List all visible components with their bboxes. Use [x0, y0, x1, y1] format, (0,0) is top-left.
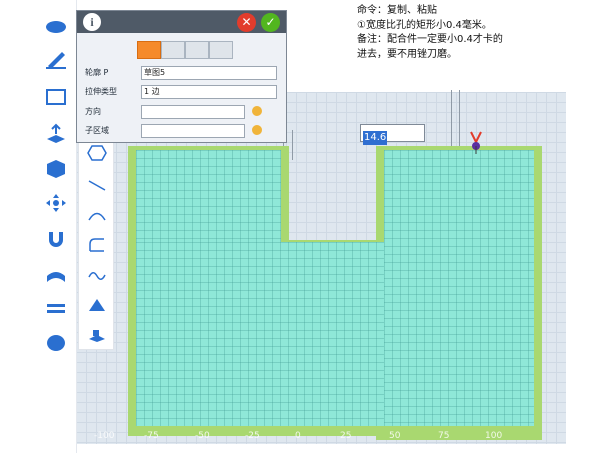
projection-icon[interactable] — [87, 327, 107, 343]
arc-icon[interactable] — [87, 207, 107, 223]
sphere-icon[interactable] — [44, 332, 68, 354]
fillet-icon[interactable] — [87, 237, 107, 253]
hexagon-icon[interactable] — [87, 145, 107, 161]
field-extrude-type: 拉伸类型 1 边 — [77, 85, 288, 101]
note-line: 备注：配合件一定要小0.4才卡的 — [357, 34, 503, 45]
instruction-note: 命令：复制、粘贴 ①宽度比孔的矩形小0.4毫米。 备注：配合件一定要小0.4才卡… — [357, 4, 562, 88]
ruler-label: -25 — [245, 431, 260, 441]
ruler-label: 100 — [485, 431, 503, 441]
move-icon[interactable] — [44, 192, 68, 214]
spline-icon[interactable] — [87, 267, 107, 283]
dimension-input[interactable]: 14.6 — [360, 124, 425, 145]
cloud-icon[interactable] — [44, 14, 68, 36]
ruler-label: -100 — [94, 431, 115, 441]
subregion-field[interactable] — [141, 124, 245, 138]
close-icon[interactable]: ✕ — [237, 13, 256, 32]
field-label: 方向 — [85, 107, 101, 116]
magnet-icon[interactable] — [44, 228, 68, 250]
profile-field[interactable]: 草图5 — [141, 66, 277, 80]
guide-line — [292, 130, 293, 160]
field-direction: 方向 — [77, 105, 288, 121]
dimension-value: 14.6 — [363, 131, 388, 145]
pick-subregion-icon[interactable] — [252, 125, 262, 135]
surface-icon[interactable] — [44, 264, 68, 286]
ruler-label: -75 — [144, 431, 159, 441]
note-line: 进去，要不用锉刀磨。 — [357, 48, 457, 60]
field-subregion: 子区域 — [77, 124, 288, 140]
field-label: 轮廓 P — [85, 68, 109, 77]
field-profile: 轮廓 P 草图5 — [77, 66, 288, 82]
part-face[interactable] — [384, 150, 534, 426]
extrude-icon[interactable] — [44, 122, 68, 144]
extrude-type-select[interactable]: 1 边 — [141, 85, 277, 99]
ruler-label: 25 — [340, 431, 352, 441]
move-gizmo-icon[interactable] — [466, 130, 486, 156]
mode-add-button[interactable] — [161, 41, 185, 59]
ruler-label: 75 — [438, 431, 450, 441]
field-label: 子区域 — [85, 126, 109, 135]
extrude-dialog: i ✕ ✓ 轮廓 P 草图5 拉伸类型 1 边 方向 子区域 — [76, 10, 287, 143]
info-icon[interactable]: i — [83, 13, 101, 31]
ruler-label: -50 — [195, 431, 210, 441]
layers-icon[interactable] — [44, 298, 68, 320]
sketch-pen-icon[interactable] — [44, 48, 68, 70]
mode-subtract-button[interactable] — [185, 41, 209, 59]
note-line: ①宽度比孔的矩形小0.4毫米。 — [357, 19, 492, 31]
direction-field[interactable] — [141, 105, 245, 119]
dialog-header: i ✕ ✓ — [77, 11, 286, 33]
ruler-label: 50 — [389, 431, 401, 441]
cube-icon[interactable] — [44, 158, 68, 180]
field-label: 拉伸类型 — [85, 87, 117, 96]
main-toolbar — [36, 0, 77, 453]
rectangle-icon[interactable] — [44, 86, 68, 108]
note-line: 命令：复制、粘贴 — [357, 5, 437, 16]
confirm-icon[interactable]: ✓ — [261, 13, 280, 32]
ruler-label: 0 — [295, 431, 301, 441]
mode-new-body-button[interactable] — [137, 41, 161, 59]
sketch-subtoolbar — [78, 138, 114, 350]
mode-intersect-button[interactable] — [209, 41, 233, 59]
triangle-icon[interactable] — [87, 297, 107, 313]
line-icon[interactable] — [87, 177, 107, 193]
pick-direction-icon[interactable] — [252, 106, 262, 116]
